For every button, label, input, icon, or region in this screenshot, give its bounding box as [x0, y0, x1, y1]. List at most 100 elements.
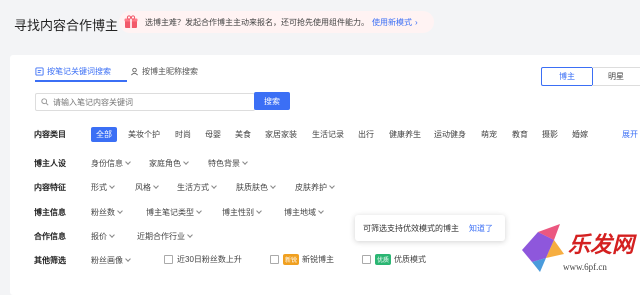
- category-label: 内容类目: [34, 130, 66, 139]
- filter-background[interactable]: 特色背景: [208, 158, 248, 169]
- filter-style[interactable]: 风格: [135, 182, 159, 193]
- quality-badge: 优质: [375, 254, 392, 265]
- toggle-blogger[interactable]: 博主: [541, 67, 593, 86]
- hint-tooltip: 可筛选支持优效模式的博主 知道了: [355, 215, 505, 241]
- tooltip-dismiss-link[interactable]: 知道了: [469, 223, 493, 234]
- chevron-down-icon: [270, 183, 276, 189]
- check-follower-growth[interactable]: 近30日粉丝数上升: [164, 254, 242, 265]
- category-item[interactable]: 时尚: [175, 129, 191, 140]
- chevron-down-icon: [153, 183, 159, 189]
- tab-label: 按笔记关键词搜索: [47, 67, 111, 76]
- filter-followers[interactable]: 粉丝数: [91, 207, 123, 218]
- user-icon: [131, 67, 138, 76]
- content-features-label: 内容特征: [34, 183, 66, 192]
- gift-icon: [123, 14, 139, 30]
- category-item[interactable]: 母婴: [205, 129, 221, 140]
- chevron-down-icon: [183, 159, 189, 165]
- page-title: 寻找内容合作博主: [14, 18, 119, 33]
- checkbox[interactable]: [270, 255, 279, 264]
- filter-label: 博主性别: [222, 208, 254, 217]
- filter-recent-industry[interactable]: 近期合作行业: [137, 231, 193, 242]
- tab-label: 按博主昵称搜索: [142, 67, 198, 76]
- chevron-down-icon: [125, 256, 131, 262]
- filter-lifestyle[interactable]: 生活方式: [177, 182, 217, 193]
- filter-skin-type[interactable]: 肤质肤色: [236, 182, 276, 193]
- filter-label: 粉丝画像: [91, 256, 123, 265]
- filter-label: 风格: [135, 183, 151, 192]
- filter-region[interactable]: 博主地域: [284, 207, 324, 218]
- category-item[interactable]: 运动健身: [434, 129, 466, 140]
- filter-label: 家庭角色: [149, 159, 181, 168]
- chevron-down-icon: [329, 183, 335, 189]
- tab-underline: [35, 80, 127, 82]
- chevron-down-icon: [256, 208, 262, 214]
- category-item[interactable]: 婚嫁: [572, 129, 588, 140]
- tab-nickname-search[interactable]: 按博主昵称搜索: [130, 66, 198, 77]
- filter-skincare[interactable]: 皮肤养护: [295, 182, 335, 193]
- category-item[interactable]: 摄影: [542, 129, 558, 140]
- search-button[interactable]: 搜索: [254, 92, 290, 110]
- category-item[interactable]: 家居家装: [265, 129, 297, 140]
- cooperation-label: 合作信息: [34, 232, 66, 241]
- search-input[interactable]: [53, 97, 233, 107]
- category-item[interactable]: 美妆个护: [128, 129, 160, 140]
- check-label: 近30日粉丝数上升: [177, 255, 242, 264]
- watermark-brand: 乐发网: [568, 232, 637, 257]
- filter-identity[interactable]: 身份信息: [91, 158, 131, 169]
- category-all[interactable]: 全部: [91, 127, 117, 142]
- category-item[interactable]: 教育: [512, 129, 528, 140]
- chevron-down-icon: [117, 208, 123, 214]
- chevron-down-icon: [318, 208, 324, 214]
- tooltip-text: 可筛选支持优效模式的博主: [363, 223, 459, 233]
- filter-label: 肤质肤色: [236, 183, 268, 192]
- filter-label: 粉丝数: [91, 208, 115, 217]
- chevron-right-icon: ›: [415, 17, 418, 27]
- chevron-down-icon: [242, 159, 248, 165]
- filter-label: 博主笔记类型: [146, 208, 194, 217]
- rising-badge: 新锐: [283, 254, 300, 265]
- filter-label: 生活方式: [177, 183, 209, 192]
- persona-label: 博主人设: [34, 159, 66, 168]
- chevron-down-icon: [125, 159, 131, 165]
- filter-fan-profile[interactable]: 粉丝画像: [91, 255, 131, 266]
- check-quality-mode[interactable]: 优质 优质模式: [362, 254, 426, 265]
- top-bar: 寻找内容合作博主 选博主难？发起合作博主主动来报名，还可抢先使用组件能力。 使用…: [0, 0, 640, 46]
- filter-label: 身份信息: [91, 159, 123, 168]
- check-label: 新锐博主: [302, 255, 335, 264]
- filter-gender[interactable]: 博主性别: [222, 207, 262, 218]
- promo-banner[interactable]: 选博主难？发起合作博主主动来报名，还可抢先使用组件能力。 使用新模式 ›: [119, 11, 434, 33]
- filter-label: 特色背景: [208, 159, 240, 168]
- promo-text: 选博主难？发起合作博主主动来报名，还可抢先使用组件能力。: [145, 17, 369, 27]
- note-icon: [35, 67, 44, 76]
- filter-label: 皮肤养护: [295, 183, 327, 192]
- check-label: 优质模式: [394, 255, 427, 264]
- category-item[interactable]: 出行: [358, 129, 374, 140]
- other-filters-label: 其他筛选: [34, 256, 66, 265]
- filter-family-role[interactable]: 家庭角色: [149, 158, 189, 169]
- filter-label: 近期合作行业: [137, 232, 185, 241]
- chevron-down-icon: [109, 232, 115, 238]
- tab-keyword-search[interactable]: 按笔记关键词搜索: [35, 66, 111, 77]
- chevron-down-icon: [211, 183, 217, 189]
- search-icon: [41, 98, 49, 106]
- category-item[interactable]: 萌宠: [481, 129, 497, 140]
- blogger-info-label: 博主信息: [34, 208, 66, 217]
- checkbox[interactable]: [362, 255, 371, 264]
- filter-label: 博主地域: [284, 208, 316, 217]
- search-box[interactable]: [35, 93, 255, 111]
- toggle-celebrity[interactable]: 明星: [592, 67, 640, 86]
- filter-format[interactable]: 形式: [91, 182, 115, 193]
- checkbox[interactable]: [164, 255, 173, 264]
- category-item[interactable]: 生活记录: [312, 129, 344, 140]
- filter-label: 报价: [91, 232, 107, 241]
- chevron-down-icon: [196, 208, 202, 214]
- filter-price[interactable]: 报价: [91, 231, 115, 242]
- filter-label: 形式: [91, 183, 107, 192]
- category-item[interactable]: 美食: [235, 129, 251, 140]
- category-item[interactable]: 健康养生: [389, 129, 421, 140]
- filter-note-type[interactable]: 博主笔记类型: [146, 207, 202, 218]
- check-rising-blogger[interactable]: 新锐 新锐博主: [270, 254, 334, 265]
- chevron-down-icon: [109, 183, 115, 189]
- expand-link[interactable]: 展开: [622, 129, 638, 140]
- promo-link[interactable]: 使用新模式: [372, 17, 412, 28]
